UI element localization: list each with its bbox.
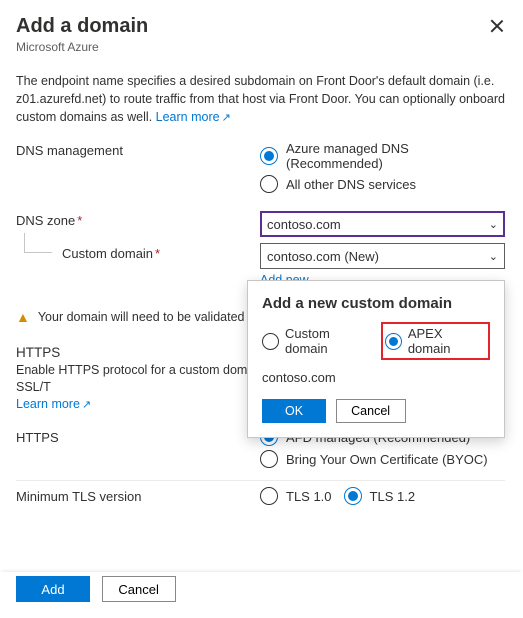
add-domain-pane: Add a domain Microsoft Azure The endpoin… (0, 0, 523, 618)
add-custom-domain-popup: Add a new custom domain Custom domain AP… (247, 280, 505, 438)
tls-1-2-radio[interactable]: TLS 1.2 (344, 487, 416, 505)
intro-text: The endpoint name specifies a desired su… (16, 72, 505, 127)
chevron-down-icon: ⌄ (489, 250, 498, 263)
separator (16, 480, 505, 481)
custom-domain-label: Custom domain* (62, 246, 160, 261)
warning-icon: ▲ (16, 309, 30, 325)
highlight-box: APEX domain (381, 322, 490, 360)
https-label: HTTPS (16, 428, 260, 445)
popup-apex-domain-radio[interactable]: APEX domain (385, 326, 484, 356)
dns-azure-managed-radio[interactable]: Azure managed DNS (Recommended) (260, 141, 505, 171)
footer: Add Cancel (0, 572, 523, 618)
custom-domain-dropdown[interactable]: contoso.com (New) ⌄ (260, 243, 505, 269)
pane-subtitle: Microsoft Azure (16, 40, 148, 54)
tree-elbow-icon (24, 233, 52, 253)
dns-zone-label: DNS zone* (16, 211, 260, 228)
https-learn-more-link[interactable]: Learn more↗ (16, 397, 91, 411)
learn-more-link[interactable]: Learn more↗ (156, 110, 231, 124)
chevron-down-icon: ⌄ (489, 218, 498, 231)
dns-management-label: DNS management (16, 141, 260, 158)
tls-1-0-radio[interactable]: TLS 1.0 (260, 487, 332, 505)
cancel-button[interactable]: Cancel (102, 576, 176, 602)
close-icon[interactable] (489, 18, 505, 34)
popup-domain-text: contoso.com (262, 370, 490, 385)
add-button[interactable]: Add (16, 576, 90, 602)
popup-title: Add a new custom domain (262, 295, 490, 312)
popup-cancel-button[interactable]: Cancel (336, 399, 406, 423)
pane-title: Add a domain (16, 14, 148, 38)
dns-other-radio[interactable]: All other DNS services (260, 175, 505, 193)
popup-ok-button[interactable]: OK (262, 399, 326, 423)
external-link-icon: ↗ (82, 399, 91, 411)
intro-body: The endpoint name specifies a desired su… (16, 74, 505, 124)
tls-label: Minimum TLS version (16, 487, 260, 504)
dns-zone-dropdown[interactable]: contoso.com ⌄ (260, 211, 505, 237)
popup-custom-domain-radio[interactable]: Custom domain (262, 326, 371, 356)
https-byoc-radio[interactable]: Bring Your Own Certificate (BYOC) (260, 450, 505, 468)
external-link-icon: ↗ (222, 112, 231, 124)
